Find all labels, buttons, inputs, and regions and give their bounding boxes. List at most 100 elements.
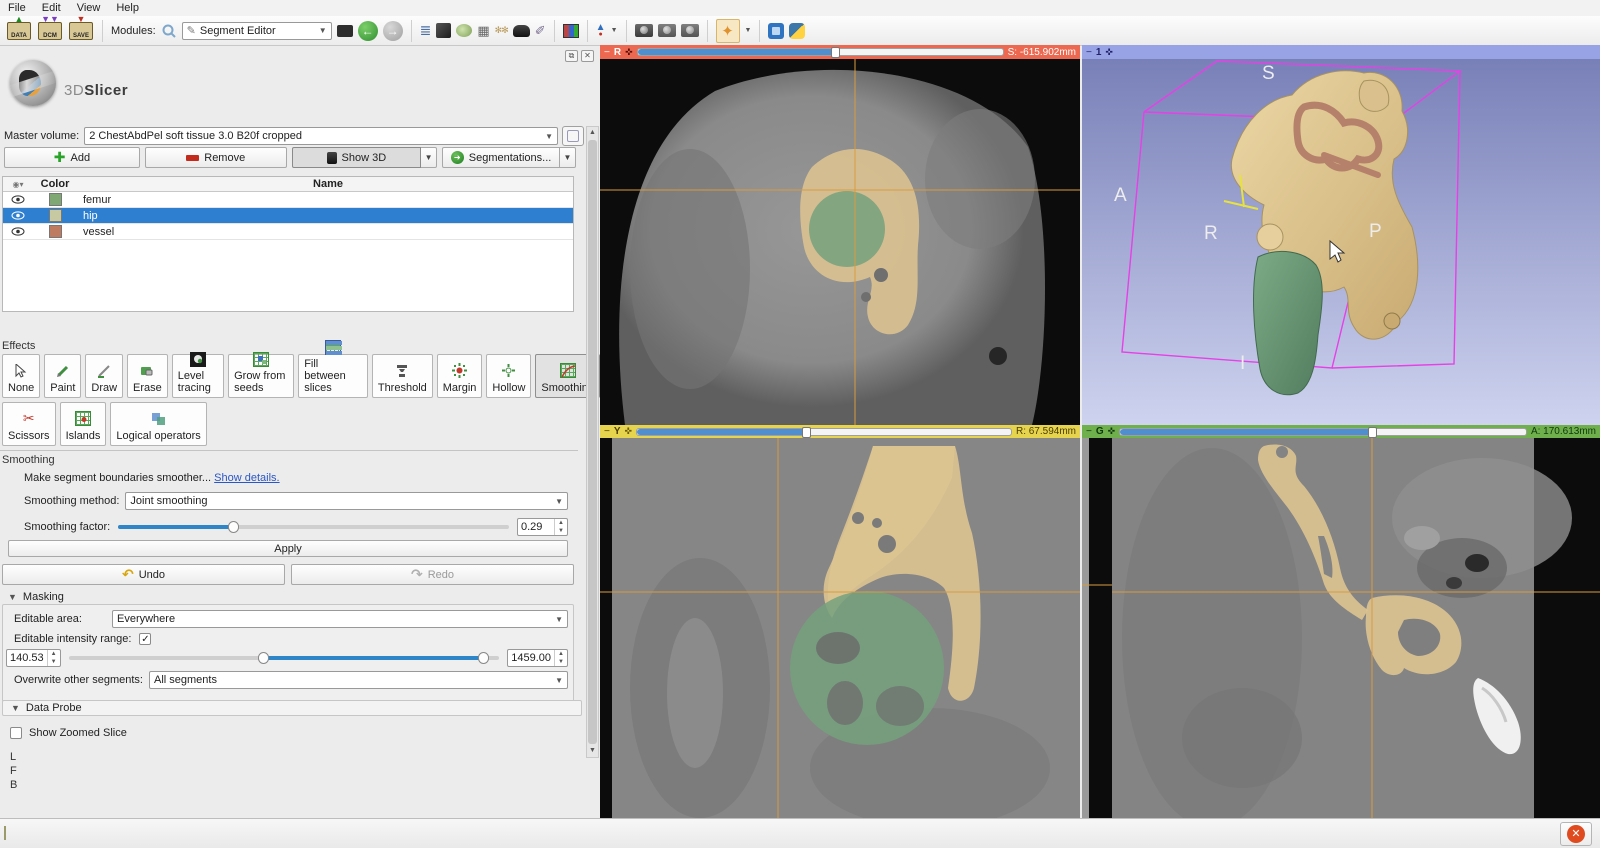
yellow-slice-slider[interactable] [636,428,1012,436]
error-log-button[interactable]: ✕ [1560,822,1592,846]
save-button[interactable]: ▼SAVE [68,19,94,43]
module-history-icon[interactable] [337,25,353,37]
show-3d-button[interactable]: Show 3D [292,147,422,168]
slice-offset-dropdown[interactable]: ▼ [611,27,618,34]
history-back-button[interactable]: ← [358,21,378,41]
menu-view[interactable]: View [77,2,101,14]
panel-undock-icon[interactable]: ⧉ [565,50,578,62]
eye-icon[interactable] [3,195,33,204]
menu-help[interactable]: Help [116,2,139,14]
redo-button[interactable]: ↷ Redo [291,564,574,585]
add-segment-button[interactable]: ✚ Add [4,147,140,168]
eye-icon[interactable] [3,227,33,236]
effect-none[interactable]: None [2,354,40,398]
eye-icon[interactable] [3,211,33,220]
effect-islands[interactable]: Islands [60,402,107,446]
undo-button[interactable]: ↶ Undo [2,564,285,585]
layout-selector-icon[interactable] [563,24,579,38]
scroll-up-icon[interactable]: ▲ [587,127,598,139]
slice-grid-icon[interactable]: ▦ [477,23,489,39]
dicom-button[interactable]: ▼▼DCM [37,19,63,43]
module-selector[interactable]: ✎ Segment Editor▼ [182,22,332,40]
effect-logical-operators[interactable]: Logical operators [110,402,206,446]
scene-view-restore-icon[interactable] [681,24,699,37]
panel-scrollbar[interactable]: ▲ ▼ [586,126,599,758]
effect-fill-between-slices[interactable]: Fill between slices [298,354,368,398]
collapse-view-icon[interactable]: − [1086,426,1092,437]
smoothing-factor-spinbox[interactable]: 0.29 ▲▼ [517,518,568,536]
yellow-slice-image[interactable] [600,438,1080,818]
load-data-button[interactable]: ▲DATA [6,19,32,43]
apply-button[interactable]: Apply [8,540,568,557]
effect-threshold[interactable]: Threshold [372,354,433,398]
intensity-max-spinbox[interactable]: 1459.00 ▲▼ [507,649,568,667]
master-volume-selector[interactable]: 2 ChestAbdPel soft tissue 3.0 B20f cropp… [84,127,558,145]
module-search-icon[interactable] [161,23,177,39]
extensions-manager-icon[interactable] [768,23,784,39]
pin-icon[interactable]: ✜ [1105,47,1113,58]
panel-close-icon[interactable]: ✕ [581,50,594,62]
history-forward-button[interactable]: → [383,21,403,41]
segmentations-dropdown[interactable]: ▼ [560,147,576,168]
volume-options-button[interactable] [562,126,584,146]
green-slice-view[interactable]: − G ✜ A: 170.613mm [1082,425,1600,818]
sparkle-icon[interactable]: ✻✻ [495,25,508,36]
pin-icon[interactable]: ✜ [625,426,633,437]
python-console-icon[interactable] [789,23,805,39]
menu-edit[interactable]: Edit [42,2,61,14]
module-list-icon[interactable]: ≣ [420,22,432,39]
segment-row-hip[interactable]: hip [3,208,573,224]
green-slice-image[interactable] [1082,438,1600,818]
collapse-view-icon[interactable]: − [604,426,610,437]
show-3d-dropdown[interactable]: ▼ [421,147,437,168]
intensity-min-spinbox[interactable]: 140.53 ▲▼ [6,649,61,667]
segment-table-header[interactable]: ◉▾ Color Name [3,177,573,192]
effect-paint[interactable]: Paint [44,354,81,398]
pin-icon[interactable]: ✜ [1108,426,1116,437]
data-probe-header[interactable]: ▼ Data Probe [2,700,582,716]
color-swatch[interactable] [49,225,62,238]
slice-offset-icon[interactable]: ▲● [596,24,606,38]
scene-view-capture-icon[interactable] [658,24,676,37]
red-slice-slider[interactable] [637,48,1004,56]
intensity-range-slider[interactable] [69,650,500,666]
scroll-down-icon[interactable]: ▼ [587,745,598,757]
effect-scissors[interactable]: ✂Scissors [2,402,56,446]
masking-header[interactable]: ▼ Masking [8,591,64,603]
effect-level-tracing[interactable]: Level tracing [172,354,224,398]
segment-row-vessel[interactable]: vessel [3,224,573,240]
marker-pen-icon[interactable]: ✐ [535,23,546,39]
threed-scene[interactable] [1082,59,1600,425]
volume-cube-icon[interactable] [436,23,451,38]
crosshair-button[interactable]: ✦ [716,19,740,43]
color-swatch[interactable] [49,209,62,222]
segmentations-button[interactable]: ➜ Segmentations... [442,147,560,168]
red-slice-view[interactable]: − R ✜ S: -615.902mm [600,45,1080,425]
screenshot-icon[interactable] [635,24,653,37]
effect-grow-from-seeds[interactable]: Grow from seeds [228,354,294,398]
show-details-link[interactable]: Show details. [214,472,279,484]
segment-row-femur[interactable]: femur [3,192,573,208]
pin-icon[interactable]: ✜ [625,47,633,58]
effect-margin[interactable]: Margin [437,354,483,398]
menu-file[interactable]: File [8,2,26,14]
yellow-slice-view[interactable]: − Y ✜ R: 67.594mm [600,425,1080,818]
intensity-range-checkbox[interactable]: ✓ [139,633,151,645]
crosshair-dropdown[interactable]: ▼ [745,27,752,34]
collapse-view-icon[interactable]: − [604,47,610,58]
smoothing-factor-slider[interactable] [118,519,509,535]
smoothing-method-selector[interactable]: Joint smoothing▼ [125,492,568,510]
overwrite-selector[interactable]: All segments▼ [149,671,568,689]
volume-rendering-icon[interactable] [456,24,472,37]
color-swatch[interactable] [49,193,62,206]
green-slice-slider[interactable] [1119,428,1527,436]
mouse-mode-icon[interactable] [513,25,530,37]
show-zoomed-slice-checkbox[interactable] [10,727,22,739]
effect-erase[interactable]: Erase [127,354,168,398]
red-slice-image[interactable] [600,59,1080,425]
effect-draw[interactable]: Draw [85,354,123,398]
threed-view[interactable]: − 1 ✜ [1082,45,1600,425]
editable-area-selector[interactable]: Everywhere▼ [112,610,568,628]
effect-hollow[interactable]: Hollow [486,354,531,398]
remove-segment-button[interactable]: Remove [145,147,287,168]
